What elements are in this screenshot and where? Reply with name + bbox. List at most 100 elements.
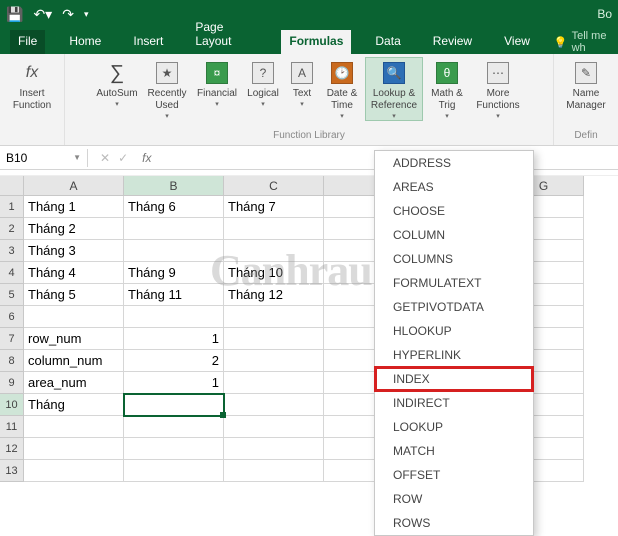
chevron-down-icon[interactable]: ▼ bbox=[73, 153, 81, 162]
menu-item-offset[interactable]: OFFSET bbox=[375, 463, 533, 487]
menu-item-column[interactable]: COLUMN bbox=[375, 223, 533, 247]
cell[interactable] bbox=[124, 416, 224, 438]
menu-item-address[interactable]: ADDRESS bbox=[375, 151, 533, 175]
tab-page-layout[interactable]: Page Layout bbox=[187, 16, 265, 54]
col-header-C[interactable]: C bbox=[224, 176, 324, 196]
tab-formulas[interactable]: Formulas bbox=[281, 30, 351, 54]
lookup-reference-button[interactable]: 🔍 Lookup & Reference▾ bbox=[366, 58, 422, 120]
menu-item-match[interactable]: MATCH bbox=[375, 439, 533, 463]
menu-item-row[interactable]: ROW bbox=[375, 487, 533, 511]
name-manager-button[interactable]: ✎ Name Manager bbox=[560, 58, 612, 112]
cell[interactable] bbox=[124, 306, 224, 328]
fx-icon[interactable]: fx bbox=[142, 151, 151, 165]
select-all[interactable] bbox=[0, 176, 24, 196]
cell[interactable]: Tháng 4 bbox=[24, 262, 124, 284]
cell[interactable]: 1 bbox=[124, 372, 224, 394]
cell[interactable]: column_num bbox=[24, 350, 124, 372]
cell[interactable] bbox=[224, 460, 324, 482]
tab-data[interactable]: Data bbox=[367, 30, 408, 54]
tab-view[interactable]: View bbox=[496, 30, 538, 54]
col-header-B[interactable]: B bbox=[124, 176, 224, 196]
autosum-button[interactable]: ∑ AutoSum▾ bbox=[94, 58, 140, 108]
cell[interactable] bbox=[224, 350, 324, 372]
row-header[interactable]: 8 bbox=[0, 350, 24, 372]
mathtrig-button[interactable]: θ Math & Trig▾ bbox=[426, 58, 468, 120]
cell[interactable] bbox=[224, 306, 324, 328]
qat-dropdown-icon[interactable]: ▾ bbox=[84, 9, 89, 20]
tell-me[interactable]: 💡Tell me wh bbox=[554, 30, 618, 54]
tab-file[interactable]: File bbox=[10, 30, 45, 54]
cell[interactable] bbox=[124, 240, 224, 262]
cell[interactable] bbox=[24, 460, 124, 482]
cell[interactable] bbox=[224, 372, 324, 394]
row-header[interactable]: 13 bbox=[0, 460, 24, 482]
menu-item-columns[interactable]: COLUMNS bbox=[375, 247, 533, 271]
financial-icon: ¤ bbox=[204, 60, 230, 86]
row-header[interactable]: 3 bbox=[0, 240, 24, 262]
document-title: Bo bbox=[597, 7, 612, 21]
cell[interactable] bbox=[24, 416, 124, 438]
cell[interactable]: Tháng 5 bbox=[24, 284, 124, 306]
row-header[interactable]: 7 bbox=[0, 328, 24, 350]
cell[interactable] bbox=[124, 438, 224, 460]
cell[interactable] bbox=[224, 416, 324, 438]
logical-button[interactable]: ? Logical▾ bbox=[244, 58, 282, 108]
cell[interactable]: Tháng 9 bbox=[124, 262, 224, 284]
save-icon[interactable]: 💾 bbox=[6, 6, 23, 23]
menu-item-hlookup[interactable]: HLOOKUP bbox=[375, 319, 533, 343]
row-header[interactable]: 12 bbox=[0, 438, 24, 460]
cell[interactable] bbox=[224, 394, 324, 416]
recently-used-button[interactable]: ★ Recently Used▾ bbox=[144, 58, 190, 120]
cell[interactable]: 1 bbox=[124, 328, 224, 350]
cell[interactable] bbox=[224, 218, 324, 240]
row-header[interactable]: 4 bbox=[0, 262, 24, 284]
cell[interactable]: row_num bbox=[24, 328, 124, 350]
cell[interactable]: Tháng 2 bbox=[24, 218, 124, 240]
menu-item-lookup[interactable]: LOOKUP bbox=[375, 415, 533, 439]
row-header[interactable]: 2 bbox=[0, 218, 24, 240]
cell[interactable]: Tháng bbox=[24, 394, 124, 416]
cell[interactable]: Tháng 11 bbox=[124, 284, 224, 306]
tab-review[interactable]: Review bbox=[425, 30, 480, 54]
cell[interactable] bbox=[224, 438, 324, 460]
menu-item-rows[interactable]: ROWS bbox=[375, 511, 533, 535]
menu-item-indirect[interactable]: INDIRECT bbox=[375, 391, 533, 415]
row-header[interactable]: 5 bbox=[0, 284, 24, 306]
cell[interactable] bbox=[224, 328, 324, 350]
financial-button[interactable]: ¤ Financial▾ bbox=[194, 58, 240, 108]
cell[interactable] bbox=[24, 438, 124, 460]
more-functions-button[interactable]: ⋯ More Functions▾ bbox=[472, 58, 524, 120]
menu-item-formulatext[interactable]: FORMULATEXT bbox=[375, 271, 533, 295]
undo-icon[interactable]: ↶▾ bbox=[33, 6, 52, 23]
tab-insert[interactable]: Insert bbox=[125, 30, 171, 54]
cell[interactable] bbox=[124, 460, 224, 482]
cell[interactable]: area_num bbox=[24, 372, 124, 394]
menu-item-areas[interactable]: AREAS bbox=[375, 175, 533, 199]
row-header[interactable]: 1 bbox=[0, 196, 24, 218]
col-header-A[interactable]: A bbox=[24, 176, 124, 196]
cell-selected[interactable] bbox=[124, 394, 224, 416]
insert-function-button[interactable]: fx Insert Function bbox=[6, 58, 58, 112]
row-header[interactable]: 10 bbox=[0, 394, 24, 416]
cell[interactable]: 2 bbox=[124, 350, 224, 372]
cell[interactable]: Tháng 6 bbox=[124, 196, 224, 218]
menu-item-getpivotdata[interactable]: GETPIVOTDATA bbox=[375, 295, 533, 319]
cell[interactable]: Tháng 1 bbox=[24, 196, 124, 218]
menu-item-index[interactable]: INDEX bbox=[375, 367, 533, 391]
cell[interactable] bbox=[24, 306, 124, 328]
cell[interactable]: Tháng 3 bbox=[24, 240, 124, 262]
row-header[interactable]: 9 bbox=[0, 372, 24, 394]
row-header[interactable]: 11 bbox=[0, 416, 24, 438]
text-button[interactable]: A Text▾ bbox=[286, 58, 318, 108]
cell[interactable] bbox=[124, 218, 224, 240]
tab-home[interactable]: Home bbox=[61, 30, 109, 54]
datetime-button[interactable]: 🕑 Date & Time▾ bbox=[322, 58, 362, 120]
name-box[interactable]: B10▼ bbox=[0, 149, 88, 167]
redo-icon[interactable]: ↷ bbox=[62, 6, 74, 23]
menu-item-choose[interactable]: CHOOSE bbox=[375, 199, 533, 223]
menu-item-hyperlink[interactable]: HYPERLINK bbox=[375, 343, 533, 367]
row-header[interactable]: 6 bbox=[0, 306, 24, 328]
cancel-icon[interactable]: ✕ bbox=[96, 151, 114, 165]
enter-icon[interactable]: ✓ bbox=[114, 151, 132, 165]
cell[interactable]: Tháng 7 bbox=[224, 196, 324, 218]
